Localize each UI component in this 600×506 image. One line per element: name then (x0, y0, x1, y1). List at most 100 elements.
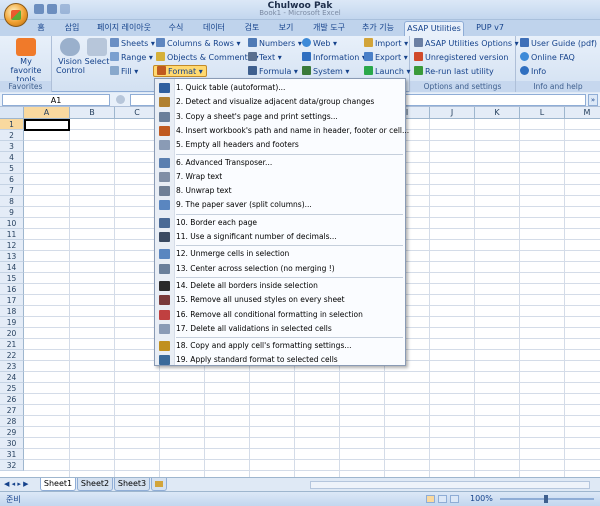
expand-formula-bar-button[interactable]: » (588, 94, 598, 106)
row-header[interactable]: 5 (0, 163, 24, 174)
column-header[interactable]: B (70, 107, 115, 119)
tab-formulas[interactable]: 수식 (162, 21, 190, 36)
row-header[interactable]: 8 (0, 196, 24, 207)
row-header[interactable]: 32 (0, 460, 24, 471)
tab-asap-utilities[interactable]: ASAP Utilities (404, 21, 464, 36)
column-header[interactable]: J (430, 107, 475, 119)
tab-data[interactable]: 데이터 (196, 21, 232, 36)
menu-item-11[interactable]: 11. Use a significant number of decimals… (155, 230, 405, 244)
tab-add-ins[interactable]: 추가 기능 (356, 21, 400, 36)
page-break-view-icon[interactable] (450, 495, 459, 503)
menu-item-6[interactable]: 6. Advanced Transposer... (155, 156, 405, 170)
row-header[interactable]: 19 (0, 317, 24, 328)
text-menu[interactable]: Text ▾ (248, 52, 282, 64)
row-header[interactable]: 23 (0, 361, 24, 372)
formula-menu[interactable]: Formula ▾ (248, 66, 298, 78)
tab-home[interactable]: 홈 (30, 21, 52, 36)
row-header[interactable]: 17 (0, 295, 24, 306)
insert-sheet-tab[interactable] (151, 478, 167, 491)
sheet-tab-2[interactable]: Sheet2 (77, 478, 113, 491)
information-menu[interactable]: Information ▾ (302, 52, 366, 64)
row-header[interactable]: 15 (0, 273, 24, 284)
column-header[interactable]: K (475, 107, 520, 119)
normal-view-icon[interactable] (426, 495, 435, 503)
import-menu[interactable]: Import ▾ (364, 38, 408, 50)
objects-comments-menu[interactable]: Objects & Comments ▾ (156, 52, 258, 64)
row-header[interactable]: 18 (0, 306, 24, 317)
row-header[interactable]: 29 (0, 427, 24, 438)
zoom-level[interactable]: 100% (470, 494, 493, 503)
export-menu[interactable]: Export ▾ (364, 52, 408, 64)
tab-review[interactable]: 검토 (238, 21, 266, 36)
fill-menu[interactable]: Fill ▾ (110, 66, 138, 78)
system-menu[interactable]: System ▾ (302, 66, 349, 78)
row-header[interactable]: 30 (0, 438, 24, 449)
asap-options-menu[interactable]: ASAP Utilities Options ▾ (414, 38, 519, 50)
column-header[interactable]: L (520, 107, 565, 119)
select-button[interactable]: Select (84, 38, 110, 66)
horizontal-scrollbar[interactable] (310, 481, 590, 489)
row-header[interactable]: 25 (0, 383, 24, 394)
row-header[interactable]: 4 (0, 152, 24, 163)
row-header[interactable]: 11 (0, 229, 24, 240)
insert-function-icon[interactable] (116, 95, 125, 104)
menu-item-2[interactable]: 2. Detect and visualize adjacent data/gr… (155, 95, 405, 109)
row-header[interactable]: 22 (0, 350, 24, 361)
web-menu[interactable]: Web ▾ (302, 38, 337, 50)
menu-item-1[interactable]: 1. Quick table (autoformat)... (155, 81, 405, 95)
format-menu-button[interactable]: Format ▾ (153, 65, 207, 77)
row-header[interactable]: 6 (0, 174, 24, 185)
row-header[interactable]: 12 (0, 240, 24, 251)
menu-item-18[interactable]: 18. Copy and apply cell's formatting set… (155, 339, 405, 353)
tab-developer[interactable]: 개발 도구 (306, 21, 352, 36)
row-header[interactable]: 13 (0, 251, 24, 262)
column-header[interactable]: M (565, 107, 600, 119)
menu-item-17[interactable]: 17. Delete all validations in selected c… (155, 322, 405, 336)
range-menu[interactable]: Range ▾ (110, 52, 153, 64)
menu-item-10[interactable]: 10. Border each page (155, 216, 405, 230)
row-header[interactable]: 26 (0, 394, 24, 405)
info-button[interactable]: Info (520, 66, 546, 78)
row-header[interactable]: 2 (0, 130, 24, 141)
row-header[interactable]: 16 (0, 284, 24, 295)
user-guide-button[interactable]: User Guide (pdf) (520, 38, 597, 50)
menu-item-4[interactable]: 4. Insert workbook's path and name in he… (155, 124, 409, 138)
zoom-slider-thumb[interactable] (544, 495, 548, 503)
online-faq-button[interactable]: Online FAQ (520, 52, 575, 64)
row-header[interactable]: 7 (0, 185, 24, 196)
vision-control-button[interactable]: Vision Control (56, 38, 85, 75)
columns-rows-menu[interactable]: Columns & Rows ▾ (156, 38, 241, 50)
row-header[interactable]: 24 (0, 372, 24, 383)
sheet-nav-buttons[interactable]: ◀ ◂ ▸ ▶ (4, 480, 28, 488)
menu-item-16[interactable]: 16. Remove all conditional formatting in… (155, 308, 405, 322)
tab-insert[interactable]: 삽입 (58, 21, 86, 36)
row-header[interactable]: 21 (0, 339, 24, 350)
column-header[interactable]: A (24, 107, 70, 119)
tab-pup[interactable]: PUP v7 (470, 21, 510, 36)
menu-item-12[interactable]: 12. Unmerge cells in selection (155, 247, 405, 261)
sheets-menu[interactable]: Sheets ▾ (110, 38, 155, 50)
sheet-tab-1[interactable]: Sheet1 (40, 478, 76, 491)
menu-item-9[interactable]: 9. The paper saver (split columns)... (155, 198, 405, 212)
menu-item-8[interactable]: 8. Unwrap text (155, 184, 405, 198)
row-header[interactable]: 27 (0, 405, 24, 416)
my-favorite-tools-button[interactable]: My favorite tools (4, 38, 48, 84)
row-header[interactable]: 1 (0, 119, 24, 130)
sheet-tab-3[interactable]: Sheet3 (114, 478, 150, 491)
menu-item-19[interactable]: 19. Apply standard format to selected ce… (155, 353, 405, 367)
menu-item-5[interactable]: 5. Empty all headers and footers (155, 138, 405, 152)
menu-item-15[interactable]: 15. Remove all unused styles on every sh… (155, 293, 405, 307)
numbers-menu[interactable]: Numbers ▾ (248, 38, 302, 50)
row-header[interactable]: 20 (0, 328, 24, 339)
menu-item-13[interactable]: 13. Center across selection (no merging … (155, 262, 405, 276)
zoom-slider[interactable] (500, 495, 594, 503)
menu-item-3[interactable]: 3. Copy a sheet's page and print setting… (155, 110, 405, 124)
office-button[interactable] (4, 3, 28, 27)
name-box[interactable]: A1 (2, 94, 110, 106)
row-header[interactable]: 31 (0, 449, 24, 460)
menu-item-7[interactable]: 7. Wrap text (155, 170, 405, 184)
row-header[interactable]: 10 (0, 218, 24, 229)
launch-menu[interactable]: Launch ▾ (364, 66, 411, 78)
menu-item-14[interactable]: 14. Delete all borders inside selection (155, 279, 405, 293)
row-header[interactable]: 14 (0, 262, 24, 273)
